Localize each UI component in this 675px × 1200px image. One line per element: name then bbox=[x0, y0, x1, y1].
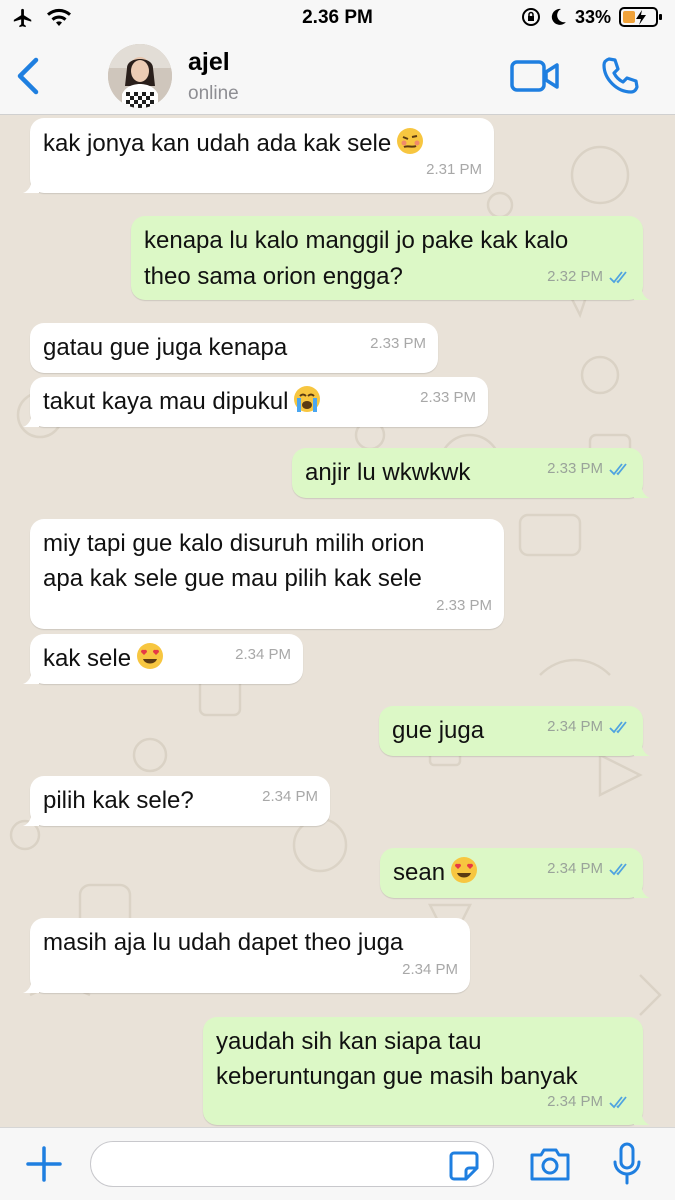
message-time: 2.33 PM bbox=[436, 597, 492, 614]
orientation-lock-icon bbox=[521, 8, 540, 26]
message-text: anjir lu wkwkwk bbox=[305, 459, 471, 486]
microphone-icon[interactable] bbox=[610, 1142, 644, 1186]
message-text-line2: keberuntungan gue masih banyak bbox=[216, 1063, 578, 1090]
contact-status: online bbox=[188, 83, 239, 104]
status-bar: 2.36 PM 33% bbox=[0, 0, 675, 38]
message-list[interactable]: kak jonya kan udah ada kak sele 2.31 PM … bbox=[0, 115, 675, 1127]
message-bubble-incoming[interactable]: takut kaya mau dipukul 2.33 PM bbox=[23, 377, 488, 427]
message-time: 2.34 PM bbox=[235, 646, 291, 663]
back-chevron-icon[interactable] bbox=[14, 56, 44, 96]
message-time: 2.34 PM bbox=[262, 788, 318, 805]
battery-percent: 33% bbox=[574, 6, 611, 27]
battery-charging-icon bbox=[619, 7, 662, 27]
message-text: pilih kak sele? bbox=[43, 787, 194, 814]
read-receipt-icon bbox=[609, 1095, 627, 1108]
message-bubble-incoming[interactable]: kak sele 2.34 PM bbox=[23, 634, 303, 684]
message-text: gatau gue juga kenapa bbox=[43, 334, 288, 361]
message-bubble-outgoing[interactable]: anjir lu wkwkwk 2.33 PM bbox=[292, 448, 650, 498]
plus-icon[interactable] bbox=[24, 1144, 64, 1184]
message-text-line2: theo sama orion engga? bbox=[144, 263, 403, 290]
message-input[interactable] bbox=[90, 1141, 494, 1187]
message-text: kak jonya kan udah ada kak sele bbox=[43, 130, 392, 157]
contact-name[interactable]: ajel bbox=[188, 48, 230, 77]
heart-eyes-emoji bbox=[451, 857, 478, 883]
video-call-icon[interactable] bbox=[510, 58, 560, 94]
camera-icon[interactable] bbox=[528, 1146, 572, 1182]
read-receipt-icon bbox=[609, 720, 627, 733]
message-bubble-incoming[interactable]: kak jonya kan udah ada kak sele 2.31 PM bbox=[23, 118, 494, 193]
message-bubble-incoming[interactable]: pilih kak sele? 2.34 PM bbox=[23, 776, 330, 826]
message-time: 2.33 PM bbox=[420, 389, 476, 406]
message-text: gue juga bbox=[392, 717, 485, 744]
message-time: 2.34 PM bbox=[547, 1093, 603, 1110]
message-time: 2.34 PM bbox=[547, 718, 603, 735]
message-text: miy tapi gue kalo disuruh milih orion bbox=[43, 530, 425, 557]
message-text-line2: apa kak sele gue mau pilih kak sele bbox=[43, 565, 422, 592]
message-time: 2.34 PM bbox=[547, 860, 603, 877]
message-text: yaudah sih kan siapa tau bbox=[216, 1028, 482, 1055]
message-text: masih aja lu udah dapet theo juga bbox=[43, 929, 404, 956]
avatar[interactable] bbox=[108, 44, 172, 108]
message-time: 2.31 PM bbox=[426, 161, 482, 178]
crying-face-emoji bbox=[294, 386, 321, 412]
message-bubble-incoming[interactable]: masih aja lu udah dapet theo juga 2.34 P… bbox=[23, 918, 470, 993]
chat-header: ajel online bbox=[0, 38, 675, 115]
message-composer bbox=[0, 1127, 675, 1200]
moon-icon bbox=[551, 8, 566, 25]
sticker-icon[interactable] bbox=[448, 1150, 480, 1182]
heart-eyes-emoji bbox=[137, 643, 164, 669]
message-time: 2.32 PM bbox=[547, 268, 603, 285]
message-text: kenapa lu kalo manggil jo pake kak kalo bbox=[144, 227, 569, 254]
read-receipt-icon bbox=[609, 270, 627, 283]
read-receipt-icon bbox=[609, 862, 627, 875]
message-time: 2.34 PM bbox=[402, 961, 458, 978]
woozy-face-emoji bbox=[397, 128, 424, 154]
read-receipt-icon bbox=[609, 462, 627, 475]
message-bubble-outgoing[interactable]: yaudah sih kan siapa tau keberuntungan gu… bbox=[203, 1017, 650, 1125]
message-text: takut kaya mau dipukul bbox=[43, 388, 289, 415]
phone-call-icon[interactable] bbox=[600, 56, 640, 96]
message-bubble-incoming[interactable]: gatau gue juga kenapa 2.33 PM bbox=[30, 323, 438, 373]
message-bubble-outgoing[interactable]: kenapa lu kalo manggil jo pake kak kalo t… bbox=[131, 216, 650, 300]
message-text: kak sele bbox=[43, 645, 132, 672]
message-time: 2.33 PM bbox=[370, 335, 426, 352]
message-bubble-outgoing[interactable]: sean 2.34 PM bbox=[380, 848, 650, 898]
message-bubble-outgoing[interactable]: gue juga 2.34 PM bbox=[379, 706, 650, 756]
message-time: 2.33 PM bbox=[547, 460, 603, 477]
message-text: sean bbox=[393, 859, 446, 886]
message-bubble-incoming[interactable]: miy tapi gue kalo disuruh milih orion apa… bbox=[30, 519, 504, 629]
